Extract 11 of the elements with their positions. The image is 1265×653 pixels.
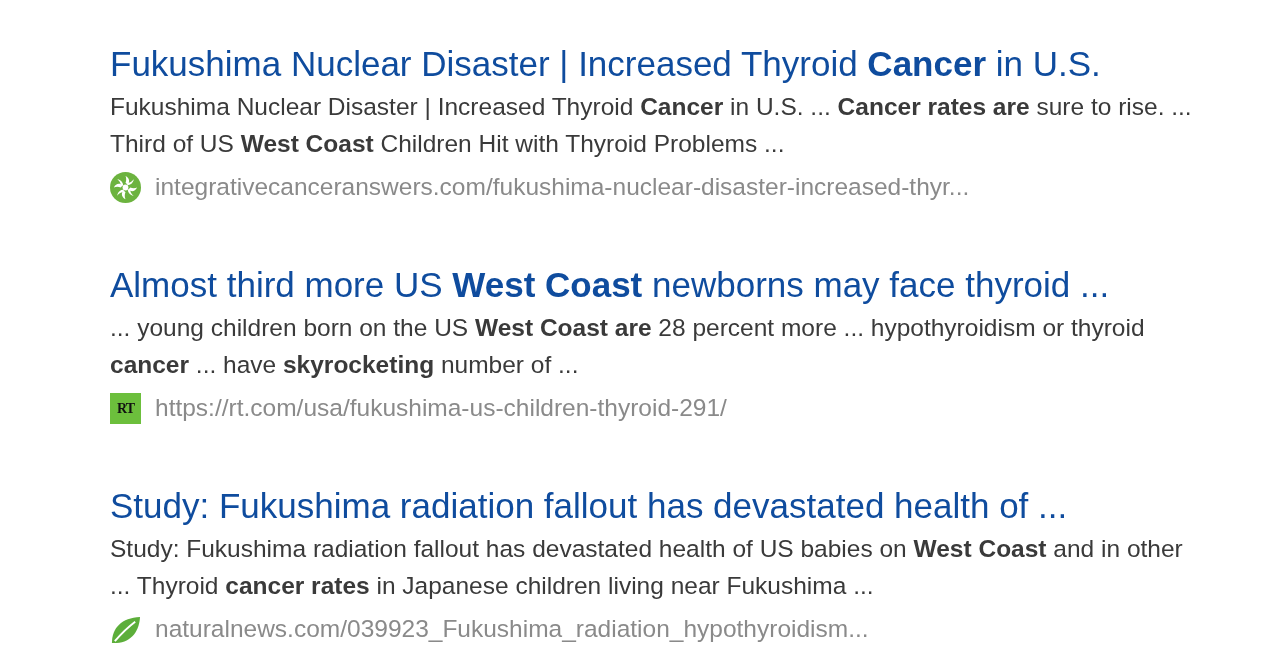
result-url: integrativecanceranswers.com/fukushima-nuclear-disaster-increased-thyr... xyxy=(155,172,970,202)
result-title-link[interactable]: Fukushima Nuclear Disaster | Increased Thyroid Cancer in U.S. xyxy=(110,44,1101,84)
result-title-link[interactable]: Almost third more US West Coast newborns may face thyroid ... xyxy=(110,265,1110,305)
result-url: naturalnews.com/039923_Fukushima_radiation_hypothyroidism... xyxy=(155,614,869,644)
result-snippet: Study: Fukushima radiation fallout has devastated health of US babies on West Coast and in other ... Thyroid cancer rates in Japanese children living near Fukushima ... xyxy=(110,534,1184,601)
pinwheel-logo-icon xyxy=(110,171,141,203)
result-snippet: ... young children born on the US West Coast are 28 percent more ... hypothyroidism or thyroid cancer ... have skyrocketing number of ... xyxy=(110,313,1146,380)
result-snippet: Fukushima Nuclear Disaster | Increased Thyroid Cancer in U.S. ... Cancer rates are sure to rise. ... Third of US West Coast Children Hit with Thyroid Problems ... xyxy=(110,92,1193,159)
letter-logo-icon: RT xyxy=(110,392,141,424)
result-url: https://rt.com/usa/fukushima-us-children-thyroid-291/ xyxy=(155,393,727,423)
result-title-link[interactable]: Study: Fukushima radiation fallout has devastated health of ... xyxy=(110,486,1068,526)
